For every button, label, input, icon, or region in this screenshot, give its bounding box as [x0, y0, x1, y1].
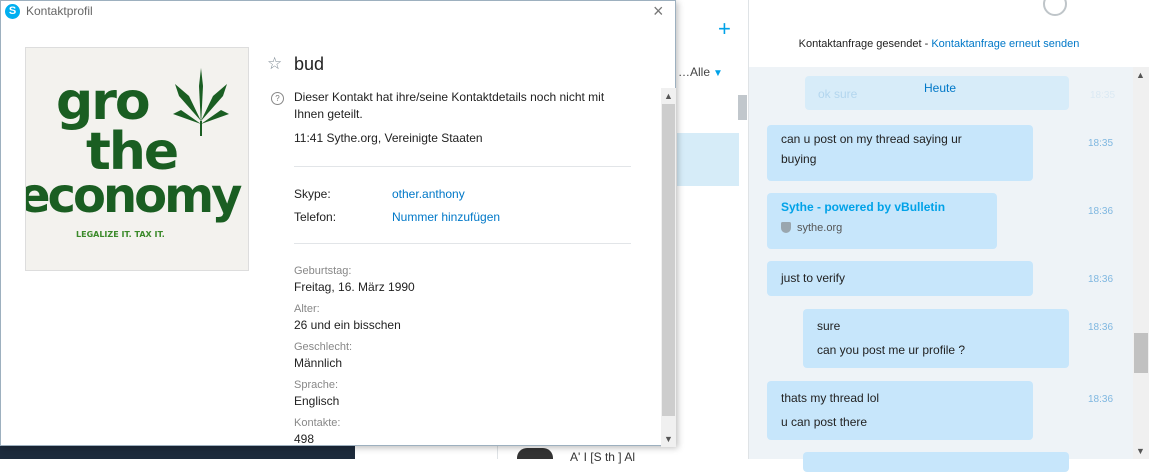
divider: [294, 243, 631, 244]
message-bubble[interactable]: can u post on my thread saying ur buying: [767, 125, 1033, 181]
field-label: Kontakte:: [294, 417, 341, 429]
field-label: Geburtstag:: [294, 265, 352, 277]
message-bubble-own[interactable]: sure can you post me ur profile ?: [803, 309, 1069, 368]
field-value: Männlich: [294, 356, 343, 370]
skype-icon: S: [5, 4, 20, 19]
link-preview-bubble[interactable]: Sythe - powered by vBulletin sythe.org: [767, 193, 997, 249]
question-icon: ?: [271, 92, 284, 105]
message-text: can you post me ur profile ?: [817, 343, 966, 357]
scroll-up-icon[interactable]: ▲: [664, 91, 673, 101]
message-text: u can post there: [781, 415, 868, 429]
field-value: 26 und ein bisschen: [294, 318, 401, 332]
field-label: Alter:: [294, 303, 320, 315]
skype-id-link[interactable]: other.anthony: [392, 187, 465, 201]
dialog-scrollbar-thumb[interactable]: [662, 104, 675, 416]
star-icon[interactable]: ☆: [267, 54, 282, 74]
leaf-icon: [173, 68, 229, 136]
privacy-notice: Dieser Kontakt hat ihre/seine Kontaktdet…: [294, 90, 605, 121]
message-bubble[interactable]: thats my thread lol u can post there: [767, 381, 1033, 440]
field-label: Sprache:: [294, 379, 339, 391]
message-bubble[interactable]: just to verify: [767, 261, 1033, 296]
add-phone-link[interactable]: Nummer hinzufügen: [392, 210, 500, 224]
selected-contact-row[interactable]: [677, 133, 739, 186]
contact-name: bud: [294, 54, 325, 74]
faded-message-time: 18:35: [1090, 90, 1116, 101]
message-time: 18:35: [1088, 138, 1114, 149]
message-text: can u post on my thread saying ur: [781, 132, 962, 146]
shield-icon: [781, 222, 791, 234]
field-value: 498: [294, 432, 315, 446]
chat-scrollbar-thumb[interactable]: [1134, 333, 1148, 373]
faded-message-text: ok sure: [818, 87, 858, 101]
field-label: Geschlecht:: [294, 341, 353, 353]
resend-request-link[interactable]: Kontaktanfrage erneut senden: [931, 38, 1079, 50]
photo-tagline: LEGALIZE IT. TAX IT.: [76, 230, 165, 239]
phone-label: Telefon:: [294, 210, 337, 224]
chat-scrollbar[interactable]: [1133, 67, 1149, 459]
local-time-location: 11:41 Sythe.org, Vereinigte Staaten: [294, 131, 483, 145]
day-separator: Heute: [923, 81, 957, 95]
message-time: 18:36: [1088, 394, 1114, 405]
message-text: buying: [781, 152, 817, 166]
photo-text-line: economy: [25, 168, 242, 224]
message-bubble-own[interactable]: [803, 452, 1069, 472]
message-time: 18:36: [1088, 322, 1114, 333]
message-time: 18:36: [1088, 206, 1114, 217]
contacts-scrollbar[interactable]: [738, 95, 747, 120]
avatar: [517, 448, 553, 459]
scroll-down-icon[interactable]: ▼: [1136, 446, 1145, 456]
link-preview-site: sythe.org: [797, 222, 843, 234]
divider: [294, 166, 631, 167]
add-contact-button[interactable]: +: [718, 18, 731, 40]
skype-label: Skype:: [294, 187, 331, 201]
profile-picture: gro the economy LEGALIZE IT. TAX IT.: [25, 47, 249, 271]
contact-list-item-name: A' I [S th ] Al: [570, 450, 635, 464]
dialog-title: Kontaktprofil: [26, 4, 93, 18]
message-time: 18:36: [1088, 274, 1114, 285]
field-value: Englisch: [294, 394, 340, 408]
link-preview-title[interactable]: Sythe - powered by vBulletin: [781, 197, 983, 217]
photo-text-line: gro: [56, 72, 151, 132]
message-text: just to verify: [781, 271, 846, 285]
contact-profile-dialog: S Kontaktprofil × gro the economy LEGALI…: [0, 0, 676, 447]
filter-label: Alle: [690, 65, 711, 79]
contacts-filter[interactable]: …Alle ▼: [678, 65, 723, 79]
scroll-down-icon[interactable]: ▼: [664, 434, 673, 444]
message-text: sure: [817, 319, 841, 333]
chevron-down-icon: ▼: [713, 68, 723, 79]
scroll-up-icon[interactable]: ▲: [1136, 70, 1145, 80]
request-status-text: Kontaktanfrage gesendet -: [798, 38, 932, 50]
contact-request-status: Kontaktanfrage gesendet - Kontaktanfrage…: [749, 38, 1129, 50]
field-value: Freitag, 16. März 1990: [294, 280, 415, 294]
message-text: thats my thread lol: [781, 391, 880, 405]
close-button[interactable]: ×: [653, 2, 664, 20]
background-dark-strip: [0, 446, 355, 459]
